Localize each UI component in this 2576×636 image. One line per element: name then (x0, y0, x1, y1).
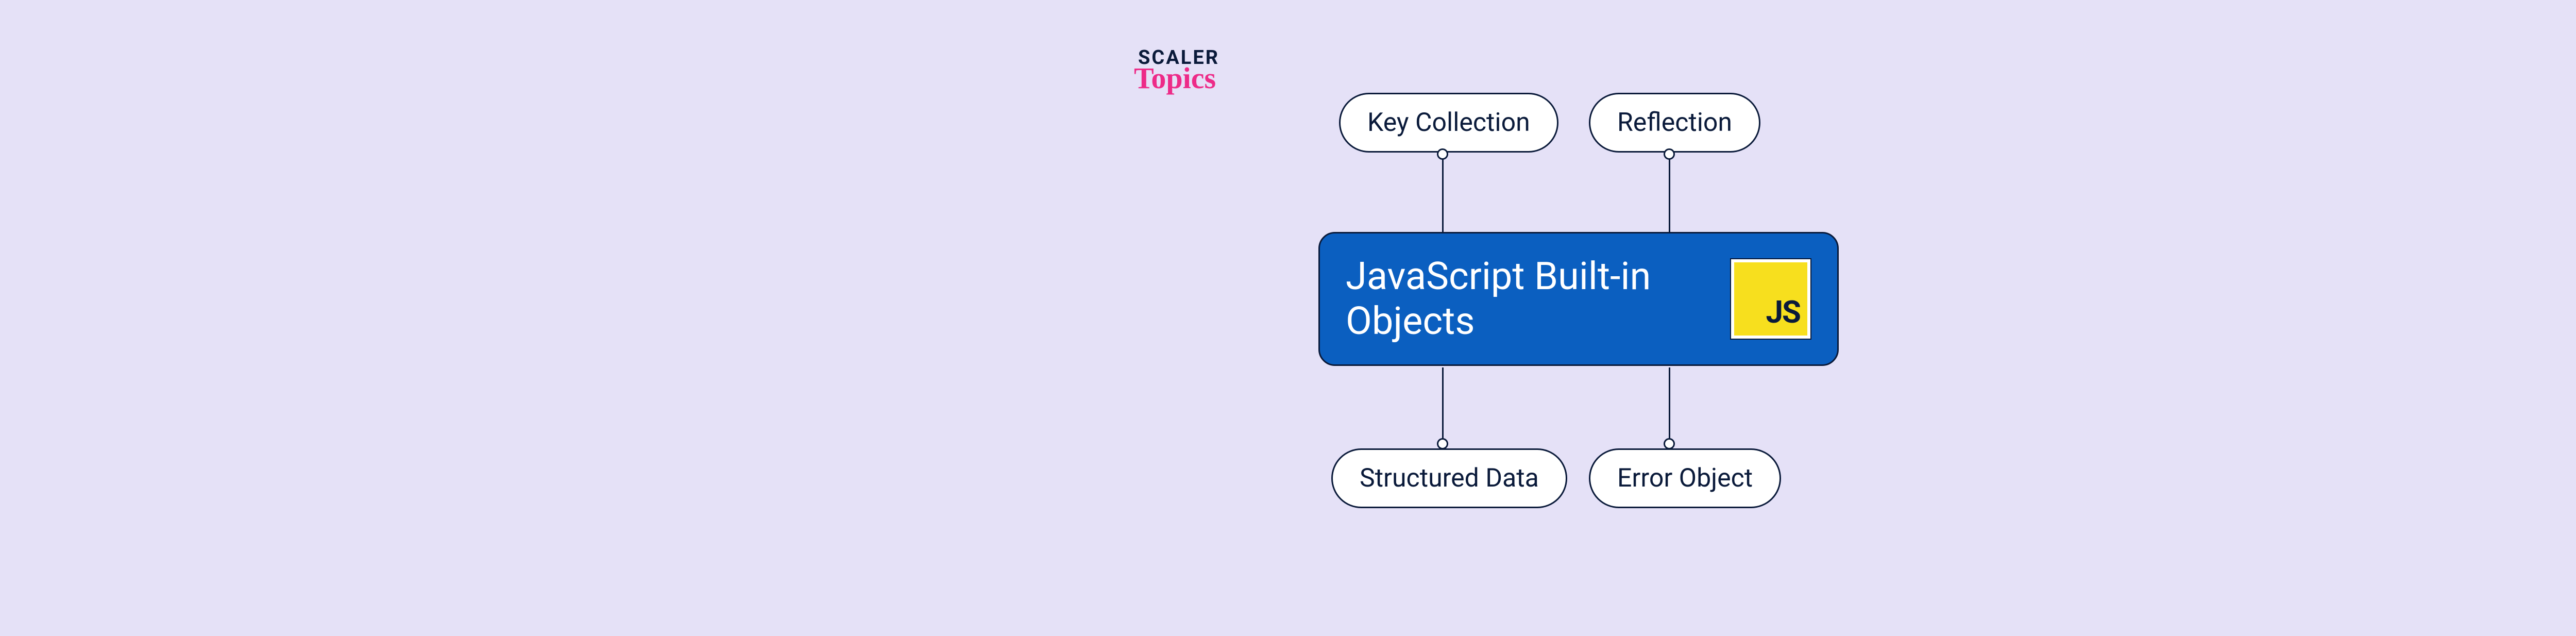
node-label: Error Object (1617, 463, 1753, 493)
node-reflection: Reflection (1589, 93, 1760, 153)
js-badge-text: JS (1766, 294, 1800, 330)
connector-line (1442, 154, 1444, 232)
node-label: Key Collection (1367, 108, 1530, 138)
connector-dot (1437, 438, 1448, 449)
connector-dot (1437, 148, 1448, 160)
connector-dot (1664, 438, 1675, 449)
node-structured-data: Structured Data (1331, 448, 1567, 508)
central-node: JavaScript Built-in Objects JS (1318, 232, 1839, 366)
central-label: JavaScript Built-in Objects (1346, 254, 1730, 344)
builtin-objects-diagram: Key Collection Reflection JavaScript Bui… (1298, 93, 1865, 557)
node-key-collection: Key Collection (1339, 93, 1558, 153)
node-label: Reflection (1617, 108, 1732, 138)
connector-line (1669, 367, 1670, 448)
node-error-object: Error Object (1589, 448, 1781, 508)
connector-dot (1664, 148, 1675, 160)
js-badge-inner: JS (1734, 262, 1807, 336)
logo-subbrand-text: Topics (1134, 61, 1219, 95)
node-label: Structured Data (1360, 463, 1539, 493)
connector-line (1669, 154, 1670, 232)
connector-line (1442, 367, 1444, 448)
js-badge: JS (1730, 258, 1811, 340)
scaler-topics-logo: SCALER Topics (1138, 46, 1219, 95)
